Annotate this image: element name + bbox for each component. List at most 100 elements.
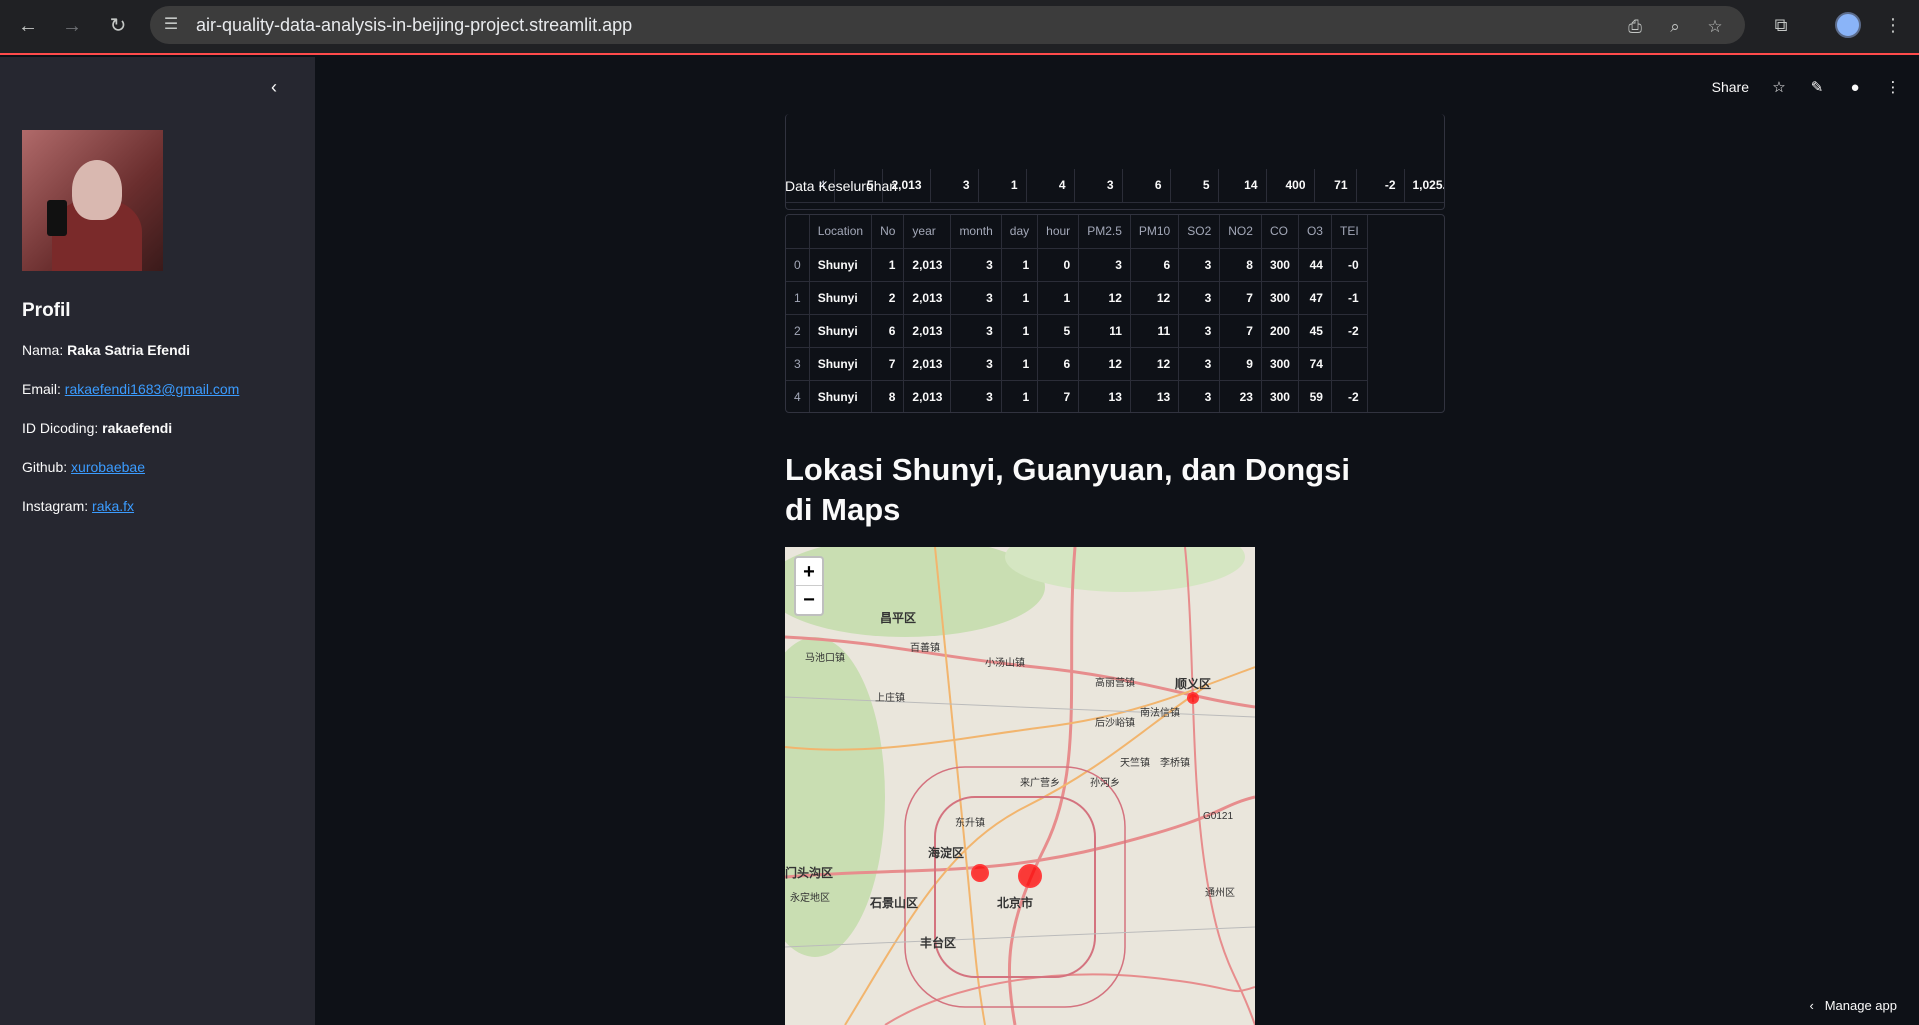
table-cell: -2 <box>1331 314 1368 348</box>
instagram-link[interactable]: raka.fx <box>92 498 134 514</box>
table-cell: 3 <box>1178 281 1221 315</box>
table-cell: 5 <box>1170 169 1219 203</box>
profile-name: Nama: Raka Satria Efendi <box>22 342 190 358</box>
table-cell: 47 <box>1298 281 1332 315</box>
table-cell: 0 <box>1037 248 1080 282</box>
map-place-label: 高丽营镇 <box>1095 678 1135 689</box>
table-row: 3 Shunyi 7 2,013 3 1 6 12 12 3 9 300 74 <box>786 347 1368 381</box>
name-value: Raka Satria Efendi <box>67 342 191 358</box>
map-place-label: 东升镇 <box>955 818 985 829</box>
column-header[interactable]: CO <box>1261 215 1299 249</box>
main-dataframe[interactable]: Location No year month day hour PM2.5 PM10 SO2 NO… <box>785 214 1445 413</box>
table-cell: Shunyi <box>809 281 873 315</box>
column-header[interactable]: hour <box>1037 215 1080 249</box>
table-cell: -2 <box>1356 169 1405 203</box>
star-icon[interactable]: ☆ <box>1771 78 1787 96</box>
top-dataframe[interactable]: 452,0133143651440071-21,025.: <box>785 114 1445 210</box>
column-header[interactable]: O3 <box>1298 215 1332 249</box>
table-cell: Shunyi <box>809 248 873 282</box>
email-label: Email: <box>22 381 61 397</box>
table-cell: 0 <box>786 248 810 282</box>
map-place-label: 顺义区 <box>1175 677 1212 691</box>
table-cell: 2 <box>786 314 810 348</box>
zoom-out-button[interactable]: − <box>796 586 822 614</box>
install-app-icon[interactable]: ⎙ <box>1625 17 1645 37</box>
map-place-label: 北京市 <box>997 896 1034 910</box>
table-cell: 2,013 <box>903 281 952 315</box>
table-cell: 7 <box>1219 314 1262 348</box>
manage-app-button[interactable]: ‹ Manage app <box>1810 998 1897 1013</box>
map-place-label: 丰台区 <box>920 936 957 950</box>
table-cell: 11 <box>1130 314 1180 348</box>
column-header[interactable]: No <box>871 215 905 249</box>
map-place-label: 南法信镇 <box>1140 708 1180 719</box>
map-place-label: 海淀区 <box>928 846 965 860</box>
table-cell: 8 <box>871 380 905 412</box>
table-cell: -2 <box>1331 380 1368 412</box>
column-header[interactable]: SO2 <box>1178 215 1221 249</box>
map-marker-dongsi[interactable] <box>1018 864 1042 888</box>
github-icon[interactable]: ● <box>1847 79 1863 96</box>
map-place-label: 昌平区 <box>880 611 917 625</box>
email-link[interactable]: rakaefendi1683@gmail.com <box>65 381 240 397</box>
table-cell: 13 <box>1078 380 1131 412</box>
more-menu-icon[interactable]: ⋮ <box>1885 78 1901 96</box>
table-cell: 71 <box>1314 169 1357 203</box>
column-header[interactable]: Location <box>809 215 873 249</box>
profile-id: ID Dicoding: rakaefendi <box>22 420 172 436</box>
map[interactable]: + − 昌平区 顺义区 海淀区 北京市 石景山区 丰台区 门头沟区 G0121 百善镇 小汤山镇上… <box>785 547 1255 1025</box>
column-header[interactable] <box>786 215 810 249</box>
column-header[interactable]: PM2.5 <box>1078 215 1131 249</box>
back-icon[interactable]: ← <box>14 12 42 40</box>
column-header[interactable]: PM10 <box>1130 215 1180 249</box>
table-cell: 3 <box>930 169 979 203</box>
table-cell <box>1331 347 1368 381</box>
table-cell: -0 <box>1331 248 1368 282</box>
map-marker-shunyi[interactable] <box>1187 692 1199 704</box>
address-bar[interactable]: ☰ air-quality-data-analysis-in-beijing-p… <box>150 6 1745 44</box>
profile-github: Github: xurobaebae <box>22 459 145 475</box>
column-header[interactable]: month <box>950 215 1002 249</box>
browser-menu-icon[interactable]: ⋮ <box>1880 12 1906 38</box>
share-button[interactable]: Share <box>1712 79 1749 95</box>
forward-icon[interactable]: → <box>58 12 86 40</box>
table-cell: 13 <box>1130 380 1180 412</box>
column-header[interactable]: day <box>1001 215 1039 249</box>
map-place-label: 孙河乡 <box>1090 778 1120 789</box>
zoom-in-button[interactable]: + <box>796 558 822 586</box>
table-cell: 300 <box>1261 380 1299 412</box>
table-cell: Shunyi <box>809 347 873 381</box>
table-cell: 12 <box>1078 281 1131 315</box>
map-place-label: 石景山区 <box>870 896 919 910</box>
github-link[interactable]: xurobaebae <box>71 459 145 475</box>
reload-icon[interactable]: ↻ <box>104 12 132 40</box>
profile-photo <box>22 130 163 271</box>
table-cell: 300 <box>1261 248 1299 282</box>
sidebar: ‹ Profil Nama: Raka Satria Efendi Email:… <box>0 57 315 1025</box>
table-cell: 4 <box>786 380 810 412</box>
profile-heading: Profil <box>22 300 71 321</box>
data-keseluruhan-label: Data Keseluruhan <box>785 178 898 194</box>
map-zoom-control: + − <box>794 556 824 616</box>
map-marker-guanyuan[interactable] <box>971 864 989 882</box>
table-cell: 6 <box>1037 347 1080 381</box>
edit-icon[interactable]: ✎ <box>1809 78 1825 96</box>
table-cell: 3 <box>950 314 1002 348</box>
table-cell: -1 <box>1331 281 1368 315</box>
map-place-label: 小汤山镇 <box>985 658 1025 669</box>
table-cell: 1 <box>1001 314 1039 348</box>
column-header[interactable]: NO2 <box>1219 215 1262 249</box>
app-toolbar: Share ☆ ✎ ● ⋮ <box>1712 77 1901 97</box>
profile-instagram: Instagram: raka.fx <box>22 498 134 514</box>
zoom-icon[interactable]: ⌕ <box>1665 17 1685 37</box>
map-heading: Lokasi Shunyi, Guanyuan, dan Dongsi di M… <box>785 452 1350 527</box>
column-header[interactable]: year <box>903 215 952 249</box>
bookmark-star-icon[interactable]: ☆ <box>1705 17 1725 37</box>
site-info-icon[interactable]: ☰ <box>160 14 182 36</box>
browser-profile-avatar[interactable] <box>1835 12 1861 38</box>
table-cell: Shunyi <box>809 380 873 412</box>
extensions-icon[interactable]: ⧉ <box>1768 12 1794 38</box>
collapse-sidebar-icon[interactable]: ‹ <box>264 77 284 97</box>
table-row: 0 Shunyi 1 2,013 3 1 0 3 6 3 8 300 44 -0 <box>786 248 1368 282</box>
column-header[interactable]: TEI <box>1331 215 1368 249</box>
